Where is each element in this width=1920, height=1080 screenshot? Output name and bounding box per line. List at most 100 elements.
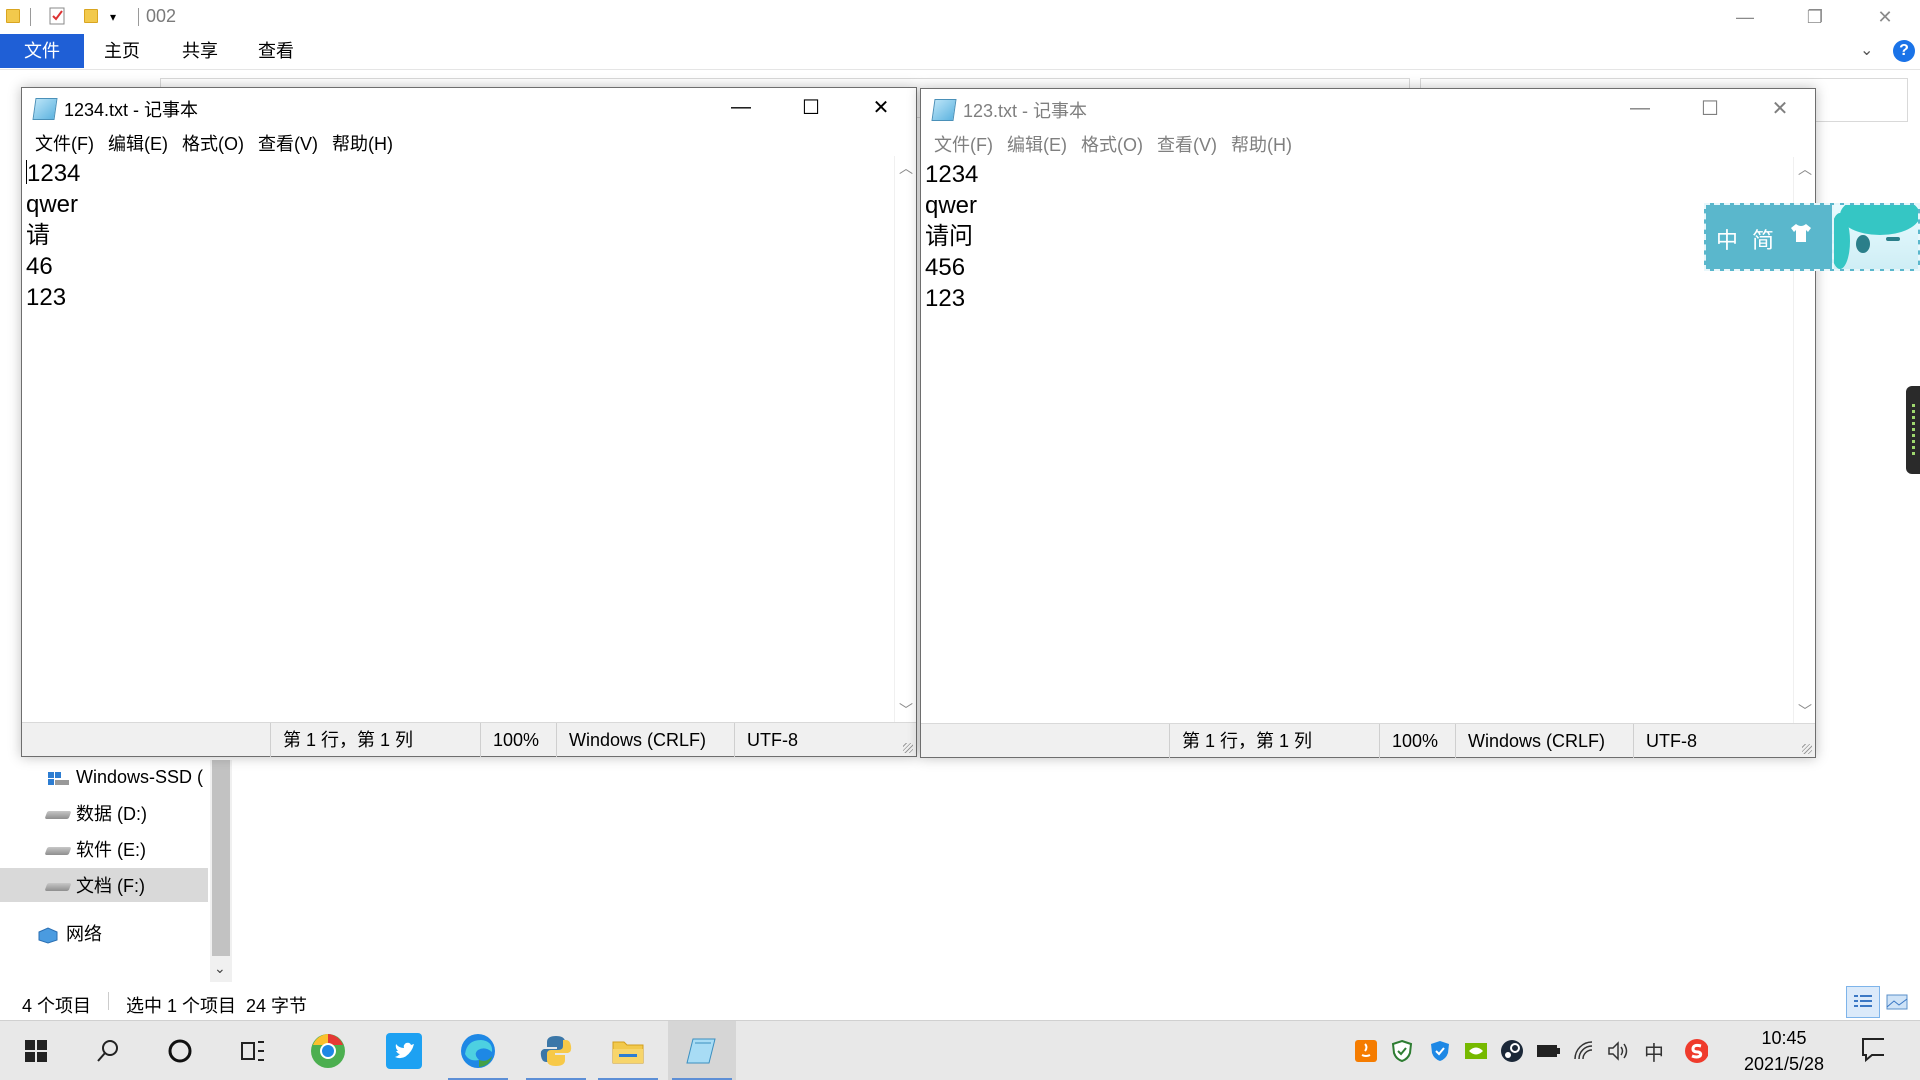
taskbar: 中 10:45 2021/5/28 bbox=[0, 1020, 1920, 1080]
ime-chinese-mode-button[interactable]: 中 bbox=[1716, 223, 1738, 255]
navigation-pane: Windows-SSD ( 数据 (D:) 软件 (E:) 文档 (F:) 网络 bbox=[0, 760, 210, 970]
cursor-position: 第 1 行，第 1 列 bbox=[1169, 724, 1379, 758]
minimize-button[interactable]: — bbox=[706, 88, 776, 126]
java-update-icon[interactable] bbox=[1354, 1039, 1378, 1063]
wifi-icon[interactable] bbox=[1572, 1039, 1596, 1063]
notepad-icon bbox=[32, 98, 58, 120]
task-view-icon[interactable] bbox=[218, 1021, 286, 1080]
text-line: 请 bbox=[26, 222, 50, 249]
cortana-icon[interactable] bbox=[146, 1021, 214, 1080]
scrollbar-thumb[interactable] bbox=[212, 760, 230, 956]
twitter-icon[interactable] bbox=[370, 1021, 438, 1080]
resize-grip[interactable] bbox=[1802, 744, 1812, 754]
volume-icon[interactable] bbox=[1606, 1039, 1630, 1063]
notepad-titlebar[interactable]: 1234.txt - 记事本 — ☐ ✕ bbox=[22, 88, 916, 126]
minimize-button[interactable]: — bbox=[1710, 0, 1780, 34]
vertical-scrollbar[interactable]: ︿ ﹀ bbox=[894, 156, 916, 722]
tab-home[interactable]: 主页 bbox=[90, 34, 154, 68]
minimize-button[interactable]: — bbox=[1605, 89, 1675, 127]
resize-grip[interactable] bbox=[903, 743, 913, 753]
nav-item-windows-ssd[interactable]: Windows-SSD ( bbox=[0, 760, 208, 794]
expand-ribbon-chevron-icon[interactable]: ⌄ bbox=[1860, 40, 1873, 60]
large-icons-view-button[interactable] bbox=[1884, 990, 1910, 1014]
explorer-titlebar: ▾ 002 — ❐ ✕ bbox=[0, 0, 1920, 34]
nav-item-documents-f[interactable]: 文档 (F:) bbox=[0, 868, 208, 902]
nav-item-software-e[interactable]: 软件 (E:) bbox=[0, 832, 208, 866]
nav-item-network[interactable]: 网络 bbox=[0, 916, 208, 950]
scroll-down-arrow-icon[interactable]: ﹀ bbox=[899, 700, 913, 720]
menu-format[interactable]: 格式(O) bbox=[175, 126, 251, 156]
menu-help[interactable]: 帮助(H) bbox=[325, 126, 400, 156]
system-clock[interactable]: 10:45 2021/5/28 bbox=[1724, 1025, 1844, 1077]
text-editor-area[interactable]: 1234 qwer 请问 456 123 bbox=[921, 157, 1793, 723]
window-title: 123.txt - 记事本 bbox=[963, 101, 1088, 121]
nav-item-data-d[interactable]: 数据 (D:) bbox=[0, 796, 208, 830]
notification-center-icon[interactable] bbox=[1860, 1037, 1884, 1063]
steam-icon[interactable] bbox=[1500, 1039, 1524, 1063]
menu-edit[interactable]: 编辑(E) bbox=[1000, 127, 1074, 157]
ime-toolbar: 中 简 bbox=[1704, 203, 1920, 271]
notepad-status-bar: 第 1 行，第 1 列 100% Windows (CRLF) UTF-8 bbox=[22, 722, 916, 757]
notepad-menu-bar: 文件(F) 编辑(E) 格式(O) 查看(V) 帮助(H) bbox=[921, 127, 1815, 157]
menu-file[interactable]: 文件(F) bbox=[28, 126, 101, 156]
edge-icon[interactable] bbox=[444, 1021, 512, 1080]
close-button[interactable]: ✕ bbox=[1850, 0, 1920, 34]
text-line: qwer bbox=[26, 191, 79, 218]
scroll-up-arrow-icon[interactable]: ︿ bbox=[1798, 159, 1812, 179]
scroll-down-arrow-icon[interactable]: ⌄ bbox=[214, 960, 226, 977]
details-view-button[interactable] bbox=[1846, 986, 1880, 1018]
window-title: 1234.txt - 记事本 bbox=[64, 100, 199, 120]
ribbon-tabs: 文件 主页 共享 查看 ⌄ ? bbox=[0, 34, 1920, 70]
tab-view[interactable]: 查看 bbox=[244, 34, 308, 68]
python-icon[interactable] bbox=[522, 1021, 590, 1080]
security-shield-icon[interactable] bbox=[1390, 1039, 1414, 1063]
search-icon[interactable] bbox=[74, 1021, 142, 1080]
menu-format[interactable]: 格式(O) bbox=[1074, 127, 1150, 157]
side-panel-widget[interactable] bbox=[1906, 386, 1920, 474]
menu-view[interactable]: 查看(V) bbox=[251, 126, 325, 156]
chrome-icon[interactable] bbox=[294, 1021, 362, 1080]
input-language-indicator[interactable]: 中 bbox=[1642, 1039, 1666, 1065]
tshirt-icon[interactable] bbox=[1788, 221, 1814, 251]
encoding: UTF-8 bbox=[734, 723, 894, 757]
defender-shield-icon[interactable] bbox=[1428, 1039, 1452, 1063]
maximize-button[interactable]: ☐ bbox=[1675, 89, 1745, 127]
nav-item-label: 数据 (D:) bbox=[76, 804, 147, 824]
nvidia-icon[interactable] bbox=[1464, 1039, 1488, 1063]
line-ending: Windows (CRLF) bbox=[1455, 724, 1633, 758]
divider bbox=[108, 992, 109, 1010]
text-editor-area[interactable]: 1234 qwer 请 46 123 bbox=[22, 156, 894, 722]
sogou-ime-icon[interactable] bbox=[1684, 1039, 1708, 1063]
scroll-down-arrow-icon[interactable]: ﹀ bbox=[1798, 701, 1812, 721]
customize-quick-access-icon[interactable]: ▾ bbox=[110, 10, 130, 28]
file-explorer-icon[interactable] bbox=[594, 1021, 662, 1080]
ime-mascot-avatar[interactable] bbox=[1832, 205, 1918, 269]
restore-button[interactable]: ❐ bbox=[1780, 0, 1850, 34]
close-button[interactable]: ✕ bbox=[846, 88, 916, 126]
ime-simplified-button[interactable]: 简 bbox=[1752, 223, 1774, 255]
text-line: 123 bbox=[925, 285, 966, 312]
encoding: UTF-8 bbox=[1633, 724, 1793, 758]
tab-share[interactable]: 共享 bbox=[168, 34, 232, 68]
properties-checkmark-icon[interactable] bbox=[48, 7, 68, 25]
maximize-button[interactable]: ☐ bbox=[776, 88, 846, 126]
notepad-titlebar[interactable]: 123.txt - 记事本 — ☐ ✕ bbox=[921, 89, 1815, 127]
menu-help[interactable]: 帮助(H) bbox=[1224, 127, 1299, 157]
windows-start-icon[interactable] bbox=[2, 1021, 70, 1080]
battery-icon[interactable] bbox=[1536, 1039, 1560, 1063]
notepad-icon[interactable] bbox=[668, 1021, 736, 1080]
help-icon[interactable]: ? bbox=[1893, 40, 1915, 62]
text-line: 123 bbox=[26, 284, 67, 311]
scroll-up-arrow-icon[interactable]: ︿ bbox=[899, 158, 913, 178]
nav-item-label: 软件 (E:) bbox=[76, 840, 146, 860]
nav-pane-scrollbar[interactable]: ⌄ bbox=[210, 760, 232, 982]
tab-file[interactable]: 文件 bbox=[0, 34, 84, 68]
notepad-menu-bar: 文件(F) 编辑(E) 格式(O) 查看(V) 帮助(H) bbox=[22, 126, 916, 156]
close-button[interactable]: ✕ bbox=[1745, 89, 1815, 127]
menu-view[interactable]: 查看(V) bbox=[1150, 127, 1224, 157]
menu-file[interactable]: 文件(F) bbox=[927, 127, 1000, 157]
line-ending: Windows (CRLF) bbox=[556, 723, 734, 757]
cursor-position: 第 1 行，第 1 列 bbox=[270, 723, 480, 757]
menu-edit[interactable]: 编辑(E) bbox=[101, 126, 175, 156]
new-folder-icon[interactable] bbox=[82, 7, 102, 25]
